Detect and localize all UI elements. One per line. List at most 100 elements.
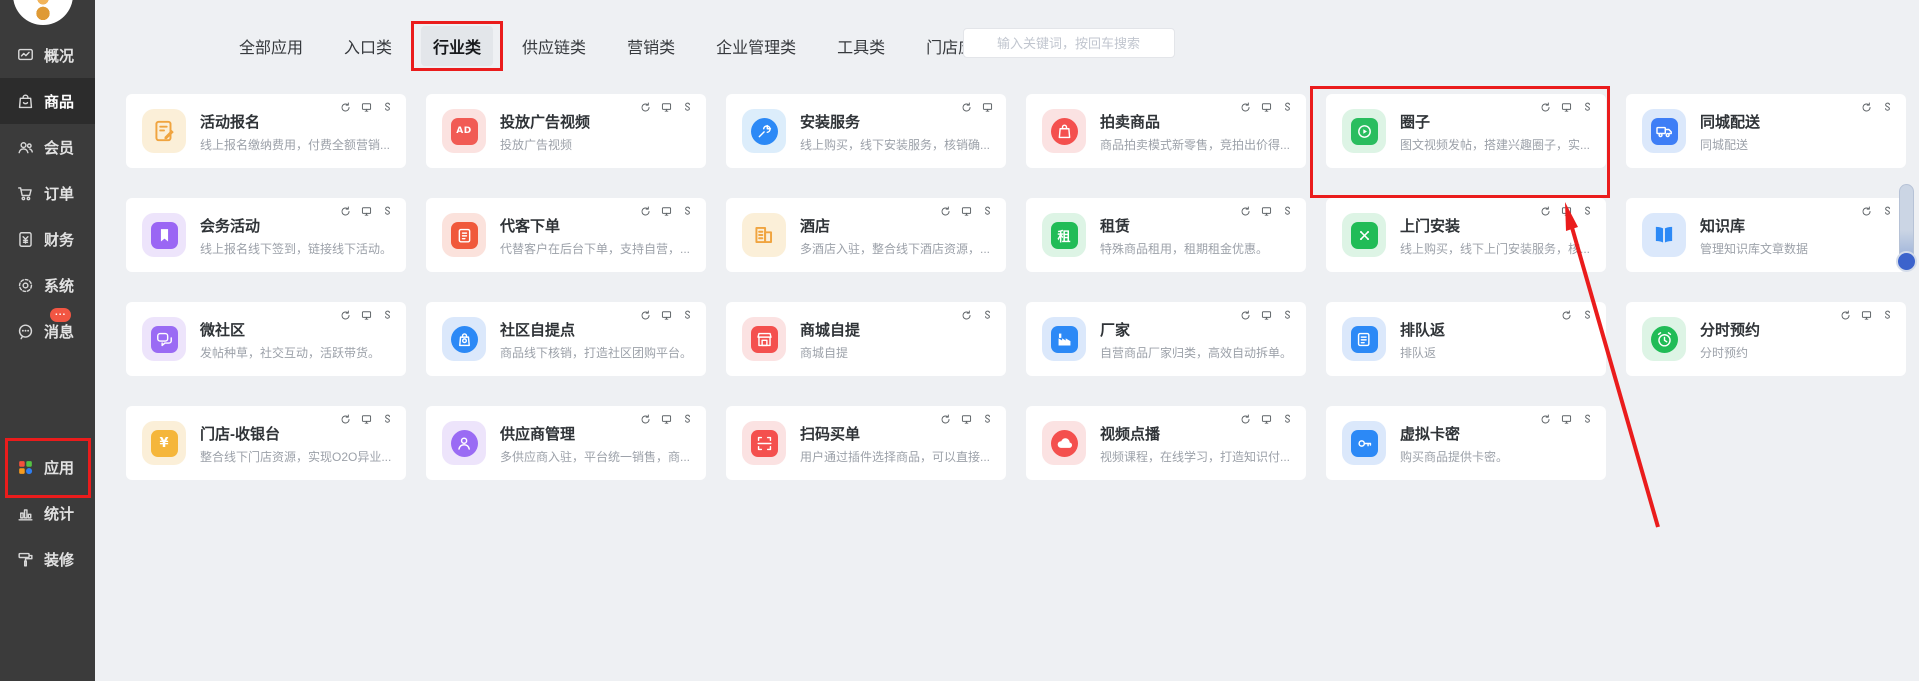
h5-circle-icon[interactable] (1239, 205, 1252, 218)
sidebar-item-9[interactable]: 装修 (0, 536, 95, 582)
h5-circle-icon[interactable] (960, 101, 973, 114)
h5-circle-icon[interactable] (1860, 101, 1873, 114)
app-card-22[interactable]: 虚拟卡密购买商品提供卡密。 (1326, 406, 1606, 480)
sidebar-item-1[interactable]: 商品 (0, 78, 95, 124)
h5-circle-icon[interactable] (339, 205, 352, 218)
pc-icon[interactable] (360, 309, 373, 322)
tab-0[interactable]: 全部应用 (239, 26, 303, 66)
pc-icon[interactable] (660, 101, 673, 114)
miniprogram-icon[interactable] (681, 205, 694, 218)
pc-icon[interactable] (1860, 309, 1873, 322)
h5-circle-icon[interactable] (1839, 309, 1852, 322)
miniprogram-icon[interactable] (981, 309, 994, 322)
pc-icon[interactable] (660, 309, 673, 322)
app-card-12[interactable]: 微社区发帖种草，社交互动，活跃带货。 (126, 302, 406, 376)
app-card-17[interactable]: 分时预约分时预约 (1626, 302, 1906, 376)
sidebar-item-5[interactable]: 系统 (0, 262, 95, 308)
h5-circle-icon[interactable] (639, 101, 652, 114)
miniprogram-icon[interactable] (1581, 413, 1594, 426)
miniprogram-icon[interactable] (681, 101, 694, 114)
miniprogram-icon[interactable] (1281, 413, 1294, 426)
app-card-7[interactable]: 代客下单代替客户在后台下单，支持自营，... (426, 198, 706, 272)
tab-4[interactable]: 营销类 (627, 26, 675, 66)
pc-icon[interactable] (1260, 413, 1273, 426)
miniprogram-icon[interactable] (681, 309, 694, 322)
app-card-11[interactable]: 知识库管理知识库文章数据 (1626, 198, 1906, 272)
miniprogram-icon[interactable] (1281, 205, 1294, 218)
h5-circle-icon[interactable] (1239, 413, 1252, 426)
miniprogram-icon[interactable] (981, 205, 994, 218)
app-card-0[interactable]: 活动报名线上报名缴纳费用，付费全额营销... (126, 94, 406, 168)
miniprogram-icon[interactable] (1281, 309, 1294, 322)
pc-icon[interactable] (1260, 101, 1273, 114)
app-card-15[interactable]: 厂家自营商品厂家归类，高效自动拆单。 (1026, 302, 1306, 376)
pc-icon[interactable] (360, 101, 373, 114)
app-card-10[interactable]: 上门安装线上购买，线下上门安装服务，核... (1326, 198, 1606, 272)
app-card-8[interactable]: 酒店多酒店入驻，整合线下酒店资源，... (726, 198, 1006, 272)
sidebar-item-8[interactable]: 统计 (0, 490, 95, 536)
app-card-13[interactable]: 社区自提点商品线下核销，打造社区团购平台。 (426, 302, 706, 376)
tab-1[interactable]: 入口类 (344, 26, 392, 66)
app-card-2[interactable]: 安装服务线上购买，线下安装服务，核销确... (726, 94, 1006, 168)
app-card-9[interactable]: 租租赁特殊商品租用，租期租金优惠。 (1026, 198, 1306, 272)
h5-circle-icon[interactable] (339, 101, 352, 114)
search-box[interactable] (963, 28, 1175, 58)
miniprogram-icon[interactable] (381, 309, 394, 322)
pc-icon[interactable] (660, 413, 673, 426)
pc-icon[interactable] (960, 205, 973, 218)
app-card-5[interactable]: 同城配送同城配送 (1626, 94, 1906, 168)
h5-circle-icon[interactable] (960, 309, 973, 322)
sidebar-item-2[interactable]: 会员 (0, 124, 95, 170)
sidebar-item-4[interactable]: 财务 (0, 216, 95, 262)
pc-icon[interactable] (360, 205, 373, 218)
miniprogram-icon[interactable] (1581, 205, 1594, 218)
pc-icon[interactable] (360, 413, 373, 426)
pc-icon[interactable] (660, 205, 673, 218)
app-card-20[interactable]: 扫码买单用户通过插件选择商品，可以直接... (726, 406, 1006, 480)
app-card-14[interactable]: 商城自提商城自提 (726, 302, 1006, 376)
miniprogram-icon[interactable] (1581, 101, 1594, 114)
h5-circle-icon[interactable] (1239, 101, 1252, 114)
h5-circle-icon[interactable] (1539, 413, 1552, 426)
app-card-19[interactable]: 供应商管理多供应商入驻，平台统一销售，商... (426, 406, 706, 480)
h5-circle-icon[interactable] (939, 413, 952, 426)
h5-circle-icon[interactable] (339, 309, 352, 322)
app-card-16[interactable]: 排队返排队返 (1326, 302, 1606, 376)
sidebar-item-6[interactable]: 消息... (0, 308, 95, 354)
app-card-6[interactable]: 会务活动线上报名线下签到，链接线下活动。 (126, 198, 406, 272)
app-card-21[interactable]: 视频点播视频课程，在线学习，打造知识付... (1026, 406, 1306, 480)
miniprogram-icon[interactable] (381, 205, 394, 218)
sidebar-item-7[interactable]: 应用 (0, 444, 95, 490)
h5-circle-icon[interactable] (1539, 205, 1552, 218)
tab-2[interactable]: 行业类 (421, 26, 493, 66)
h5-circle-icon[interactable] (1239, 309, 1252, 322)
tab-5[interactable]: 企业管理类 (716, 26, 796, 66)
pc-icon[interactable] (981, 101, 994, 114)
scrollbar-knob[interactable] (1896, 251, 1917, 272)
pc-icon[interactable] (1560, 205, 1573, 218)
h5-circle-icon[interactable] (639, 413, 652, 426)
miniprogram-icon[interactable] (1881, 101, 1894, 114)
tab-3[interactable]: 供应链类 (522, 26, 586, 66)
search-input[interactable] (995, 35, 1164, 52)
h5-circle-icon[interactable] (639, 309, 652, 322)
app-card-3[interactable]: 拍卖商品商品拍卖模式新零售，竞拍出价得... (1026, 94, 1306, 168)
app-card-18[interactable]: ¥门店-收银台整合线下门店资源，实现O2O异业... (126, 406, 406, 480)
tab-6[interactable]: 工具类 (837, 26, 885, 66)
miniprogram-icon[interactable] (381, 101, 394, 114)
avatar[interactable] (13, 0, 73, 25)
sidebar-item-0[interactable]: 概况 (0, 32, 95, 78)
h5-circle-icon[interactable] (1860, 205, 1873, 218)
pc-icon[interactable] (1260, 205, 1273, 218)
pc-icon[interactable] (960, 413, 973, 426)
h5-circle-icon[interactable] (1539, 101, 1552, 114)
pc-icon[interactable] (1560, 101, 1573, 114)
miniprogram-icon[interactable] (981, 413, 994, 426)
miniprogram-icon[interactable] (1881, 309, 1894, 322)
h5-circle-icon[interactable] (939, 205, 952, 218)
app-card-1[interactable]: AD投放广告视频投放广告视频 (426, 94, 706, 168)
h5-circle-icon[interactable] (339, 413, 352, 426)
miniprogram-icon[interactable] (381, 413, 394, 426)
miniprogram-icon[interactable] (1881, 205, 1894, 218)
miniprogram-icon[interactable] (681, 413, 694, 426)
